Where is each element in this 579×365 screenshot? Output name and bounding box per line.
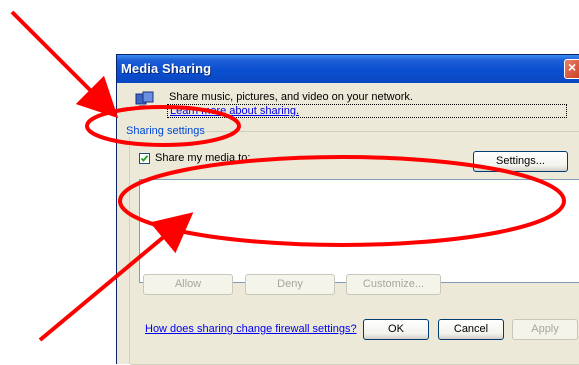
description-text: Share music, pictures, and video on your… [169, 91, 413, 103]
deny-button[interactable]: Deny [245, 274, 335, 295]
firewall-settings-link[interactable]: How does sharing change firewall setting… [145, 323, 357, 335]
media-device-list[interactable] [139, 179, 579, 283]
media-sharing-icon [135, 91, 154, 107]
learn-more-link[interactable]: Learn more about sharing. [167, 104, 567, 118]
window-title: Media Sharing [121, 61, 212, 76]
customize-button[interactable]: Customize... [346, 274, 441, 295]
settings-button[interactable]: Settings... [473, 151, 568, 172]
title-bar: Media Sharing × [117, 55, 579, 83]
share-media-label: Share my media to: [155, 152, 251, 164]
arrow-upper-left [10, 10, 119, 119]
sharing-settings-label: Sharing settings [125, 125, 206, 137]
cancel-button[interactable]: Cancel [438, 319, 504, 340]
media-sharing-window: Media Sharing × Share music, pictures, a… [116, 54, 579, 365]
ok-button[interactable]: OK [363, 319, 429, 340]
apply-button[interactable]: Apply [512, 319, 578, 340]
checkmark-icon [140, 155, 149, 162]
allow-button[interactable]: Allow [143, 274, 233, 295]
close-icon: × [568, 59, 577, 75]
share-media-checkbox[interactable] [139, 153, 150, 164]
close-button[interactable]: × [564, 59, 579, 79]
